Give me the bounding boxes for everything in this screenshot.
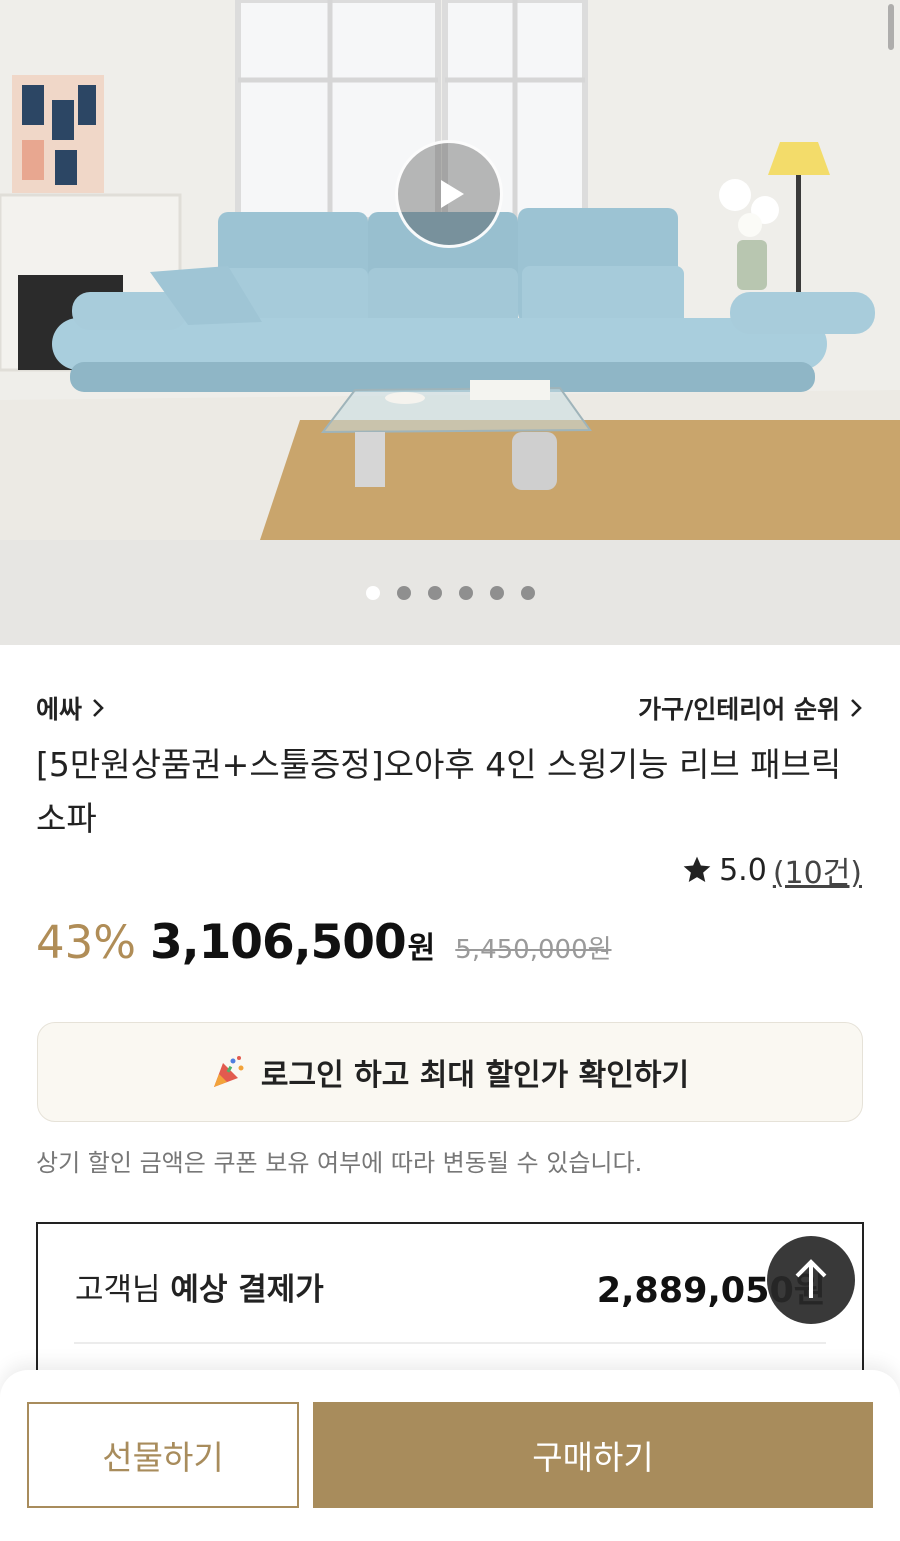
login-discount-banner[interactable]: 로그인 하고 최대 할인가 확인하기 bbox=[37, 1022, 863, 1122]
arrow-up-icon bbox=[795, 1259, 827, 1298]
review-count-link[interactable]: (10건) bbox=[773, 848, 862, 892]
buy-button[interactable]: 구매하기 bbox=[313, 1402, 873, 1508]
gallery-dot[interactable] bbox=[489, 586, 504, 600]
play-icon bbox=[441, 180, 464, 208]
original-price: 5,450,000원 bbox=[455, 935, 612, 965]
login-banner-text: 로그인 하고 최대 할인가 확인하기 bbox=[260, 1058, 690, 1093]
play-video-button[interactable] bbox=[395, 140, 503, 248]
estimate-label-prefix: 고객님 bbox=[75, 1272, 161, 1308]
chevron-right-icon bbox=[93, 699, 104, 717]
gallery-dot[interactable] bbox=[365, 586, 380, 600]
chevron-right-icon bbox=[851, 699, 862, 717]
gift-button[interactable]: 선물하기 bbox=[27, 1402, 299, 1508]
sale-price: 3,106,500 bbox=[150, 915, 407, 970]
product-rating: 5.0 (10건) bbox=[681, 848, 862, 892]
gallery-pagination bbox=[0, 586, 900, 600]
brand-row: 에싸 가구/인테리어 순위 bbox=[36, 688, 864, 728]
scroll-to-top-button[interactable] bbox=[767, 1236, 855, 1324]
page-scrollbar[interactable] bbox=[888, 4, 894, 50]
gallery-dot[interactable] bbox=[520, 586, 535, 600]
discount-note: 상기 할인 금액은 쿠폰 보유 여부에 따라 변동될 수 있습니다. bbox=[36, 1149, 643, 1177]
ranking-link[interactable]: 가구/인테리어 순위 bbox=[638, 690, 864, 726]
estimate-label-bold: 예상 결제가 bbox=[170, 1272, 324, 1308]
product-title: [5만원상품권+스툴증정]오아후 4인 스윙기능 리브 패브릭 소파 bbox=[36, 745, 842, 838]
rating-score: 5.0 bbox=[719, 852, 767, 888]
bottom-action-bar: 선물하기 구매하기 bbox=[0, 1370, 900, 1541]
brand-link[interactable]: 에싸 bbox=[36, 690, 106, 726]
currency-unit: 원 bbox=[407, 931, 436, 966]
estimate-label: 고객님 예상 결제가 bbox=[75, 1264, 324, 1309]
gallery-dot[interactable] bbox=[458, 586, 473, 600]
divider bbox=[74, 1342, 826, 1344]
brand-name: 에싸 bbox=[36, 695, 83, 724]
product-image-gallery[interactable] bbox=[0, 0, 900, 645]
product-photo bbox=[0, 0, 900, 645]
price-row: 43% 3,106,500 원 5,450,000원 bbox=[36, 915, 612, 985]
gallery-dot[interactable] bbox=[427, 586, 442, 600]
gallery-dot[interactable] bbox=[396, 586, 411, 600]
star-icon bbox=[683, 856, 711, 882]
ranking-label: 가구/인테리어 순위 bbox=[638, 695, 840, 724]
discount-rate: 43% bbox=[36, 916, 137, 969]
party-popper-icon bbox=[213, 1056, 244, 1087]
